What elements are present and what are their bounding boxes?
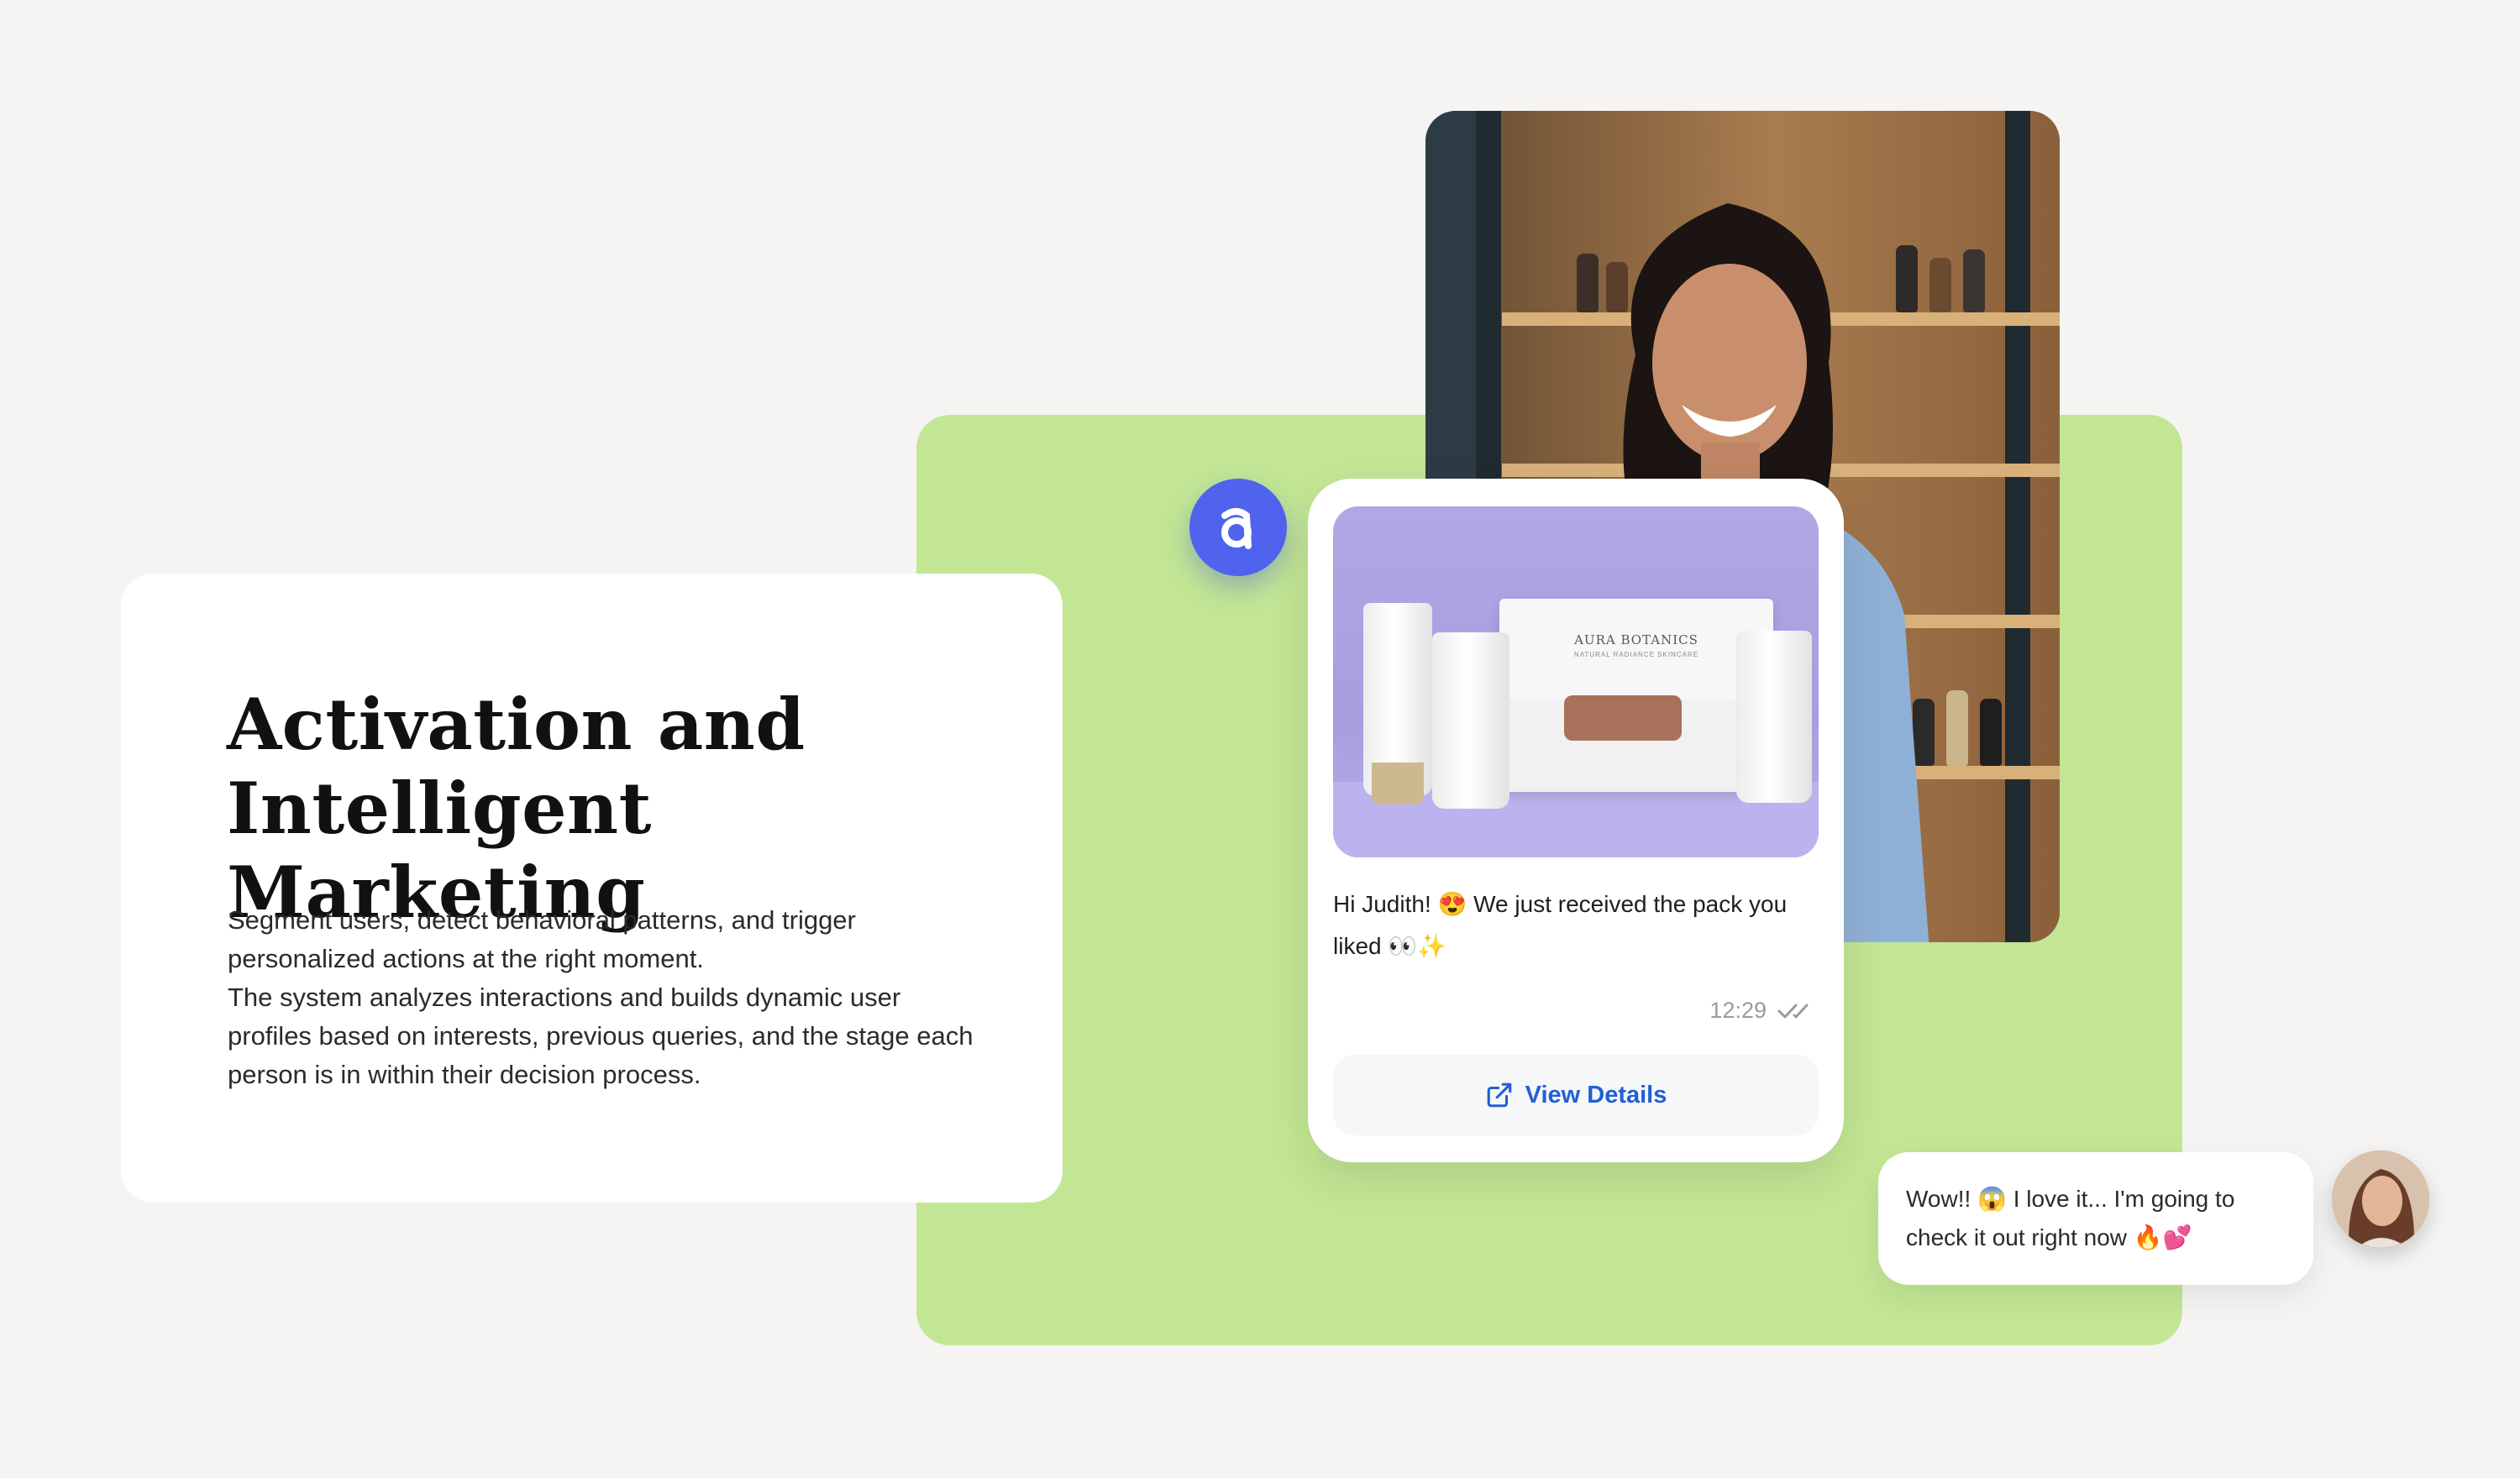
customer-reply-text: Wow!! 😱 I love it... I'm going to check … (1906, 1186, 2235, 1250)
double-check-icon (1777, 1004, 1809, 1018)
title-line-1: Activation and (227, 683, 806, 766)
customer-avatar (2332, 1150, 2429, 1248)
message-time: 12:29 (1709, 998, 1767, 1023)
description-paragraph-1: Segment users, detect behavioral pattern… (228, 905, 856, 973)
box-subtitle-text: NATURAL RADIANCE SKINCARE (1573, 651, 1699, 658)
product-pack-image: AURA BOTANICS NATURAL RADIANCE SKINCARE (1333, 506, 1819, 857)
view-details-label: View Details (1525, 1081, 1667, 1108)
brand-logo-icon (1221, 508, 1252, 549)
description-paragraph-2: The system analyzes interactions and bui… (228, 983, 974, 1089)
customer-reply-bubble: Wow!! 😱 I love it... I'm going to check … (1878, 1152, 2313, 1285)
section-title: Activation and Intelligent Marketing (227, 683, 983, 935)
feature-text-card: Activation and Intelligent Marketing Seg… (121, 574, 1063, 1203)
chat-message-text: Hi Judith! 😍 We just received the pack y… (1333, 891, 1788, 959)
external-link-icon (1487, 1082, 1511, 1108)
view-details-button[interactable]: View Details (1333, 1055, 1819, 1135)
brand-logo-badge (1189, 479, 1287, 576)
message-meta: 12:29 (1709, 998, 1817, 1024)
section-description: Segment users, detect behavioral pattern… (228, 901, 984, 1094)
chat-message-card: AURA BOTANICS NATURAL RADIANCE SKINCARE … (1308, 479, 1844, 1162)
box-brand-text: AURA BOTANICS (1574, 632, 1698, 647)
